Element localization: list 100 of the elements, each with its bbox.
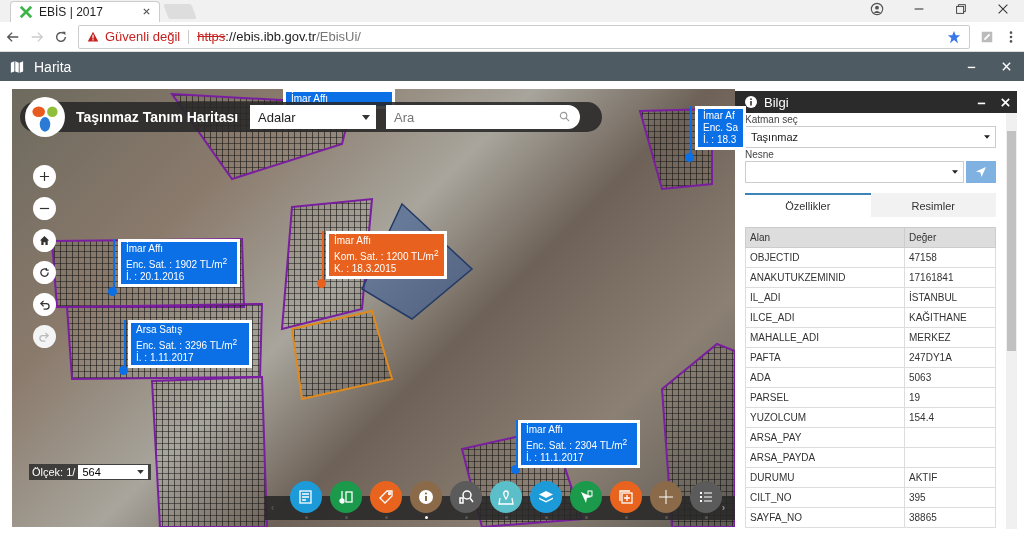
callout-text: İmar Affı bbox=[334, 235, 373, 247]
tool-button[interactable] bbox=[690, 481, 722, 513]
info-icon bbox=[745, 96, 757, 108]
callout-text: Enc. Sat. : 1902 TL/m$^{2}$ bbox=[126, 255, 229, 271]
refresh-icon bbox=[39, 267, 50, 278]
security-status: Güvenli değil bbox=[105, 29, 181, 45]
table-cell: SAYFA_NO bbox=[745, 507, 905, 528]
redo-icon bbox=[39, 331, 50, 342]
table-cell: 395 bbox=[904, 487, 996, 508]
table-cell: ARSA_PAY bbox=[745, 427, 905, 448]
district-select[interactable]: Adalar bbox=[250, 105, 377, 129]
scale-label: Ölçek: 1/ bbox=[32, 466, 76, 478]
table-cell: ARSA_PAYDA bbox=[745, 447, 905, 468]
pin-marker[interactable] bbox=[316, 279, 326, 288]
callout-text: Kom. Sat. : 1200 TL/m$^{2}$ bbox=[334, 247, 439, 264]
layer-select[interactable]: Taşınmaz bbox=[745, 126, 996, 148]
callout-text: Enc. Sat. : 3296 TL/m$^{2}$ bbox=[136, 336, 239, 352]
user-icon[interactable] bbox=[870, 1, 884, 16]
tag-icon bbox=[378, 489, 394, 505]
table-cell: AKTIF bbox=[904, 467, 996, 488]
navigation-arrow-icon bbox=[975, 166, 987, 178]
tool-button[interactable] bbox=[530, 481, 562, 513]
table-cell: ANAKUTUKZEMINID bbox=[745, 267, 905, 288]
column-header: Değer bbox=[904, 227, 996, 248]
table-cell: KAĞITHANE bbox=[904, 307, 996, 328]
table-cell: 154.4 bbox=[904, 407, 996, 428]
table-cell: 247DY1A bbox=[904, 347, 996, 368]
table-cell: ILCE_ADI bbox=[745, 307, 905, 328]
map-title: Taşınmaz Tanım Haritası bbox=[76, 109, 239, 125]
tool-button[interactable] bbox=[610, 481, 642, 513]
info-icon bbox=[418, 489, 434, 505]
field-label: Nesne bbox=[745, 149, 775, 161]
tool-button[interactable] bbox=[330, 481, 362, 513]
callout-text: İ. : 20.1.2016 bbox=[126, 271, 186, 284]
tool-button[interactable] bbox=[290, 481, 322, 513]
table-cell: YUZOLCUM bbox=[745, 407, 905, 428]
info-callout[interactable]: İmar Affı Enc. Sat. : 1902 TL/m$^{2}$ İ. : 20.1.2016 bbox=[118, 239, 240, 288]
table-cell: ADA bbox=[745, 367, 905, 388]
caret-icon bbox=[137, 470, 145, 474]
restore-icon[interactable] bbox=[954, 1, 968, 16]
table-cell: 5063 bbox=[904, 367, 996, 388]
callout-text: İmar Af bbox=[703, 110, 736, 122]
pin-line bbox=[690, 106, 692, 155]
tool-button[interactable] bbox=[450, 481, 482, 513]
pin-line bbox=[113, 239, 115, 289]
home-icon bbox=[39, 235, 50, 246]
table-cell: CILT_NO bbox=[745, 487, 905, 508]
column-header: Alan bbox=[745, 227, 905, 248]
reload-icon[interactable] bbox=[54, 29, 68, 44]
table-cell: DURUMU bbox=[745, 467, 905, 488]
thermo-icon bbox=[338, 489, 354, 505]
warning-icon bbox=[87, 30, 99, 43]
pin-marker[interactable] bbox=[118, 366, 128, 375]
tab-title: EBİS | 2017 bbox=[39, 4, 104, 19]
callout-text: İ. : 11.1.2017 bbox=[526, 452, 585, 465]
browser-tab[interactable]: EBİS | 2017 bbox=[10, 0, 160, 22]
scrollbar[interactable] bbox=[1006, 113, 1017, 529]
search-field[interactable]: Ara bbox=[386, 105, 581, 129]
tool-button[interactable] bbox=[570, 481, 602, 513]
pointer-icon bbox=[578, 489, 594, 505]
tool-button[interactable] bbox=[650, 481, 682, 513]
info-callout[interactable]: Arsa Satış Enc. Sat. : 3296 TL/m$^{2}$ İ. : 1.11.2017 bbox=[128, 320, 252, 369]
table-cell: MERKEZ bbox=[904, 327, 996, 348]
caret-icon bbox=[984, 135, 990, 139]
info-callout[interactable]: İmar Af Enc. Sa İ. : 18.3 bbox=[695, 106, 747, 150]
tool-button[interactable] bbox=[410, 481, 442, 513]
scale-select[interactable]: 564 bbox=[78, 465, 149, 479]
callout-text: İmar Affı bbox=[291, 93, 330, 105]
pin-marker[interactable] bbox=[510, 465, 520, 474]
callout-text: İmar Affı bbox=[126, 243, 165, 255]
table-cell: 47158 bbox=[904, 247, 996, 268]
back-arrow-icon[interactable] bbox=[6, 29, 20, 44]
table-cell: MAHALLE_ADI bbox=[745, 327, 905, 348]
pin-icon bbox=[498, 489, 514, 505]
close-icon[interactable] bbox=[1000, 96, 1011, 108]
table-cell: OBJECTID bbox=[745, 247, 905, 268]
pin-marker[interactable] bbox=[684, 153, 694, 162]
star-icon[interactable] bbox=[947, 29, 961, 44]
panel-tab[interactable]: Resimler bbox=[870, 193, 996, 217]
pin-marker[interactable] bbox=[107, 287, 117, 296]
table-cell: 38865 bbox=[904, 507, 996, 528]
pin-line bbox=[124, 320, 126, 368]
caret-icon bbox=[952, 170, 958, 174]
tool-button[interactable] bbox=[490, 481, 522, 513]
layers-icon bbox=[538, 489, 554, 505]
plus-icon bbox=[39, 171, 50, 182]
callout-text: İmar Affı bbox=[526, 424, 565, 436]
callout-text: K. : 18.3.2015 bbox=[334, 263, 398, 276]
address-bar[interactable]: Güvenli değil https://ebis.ibb.gov.tr/EbisUi/ bbox=[78, 24, 970, 49]
table-cell: IL_ADI bbox=[745, 287, 905, 308]
cross-icon bbox=[658, 489, 674, 505]
close-icon[interactable] bbox=[142, 7, 151, 17]
info-callout[interactable]: İmar Affı Enc. Sat. : 2304 TL/m$^{2}$ İ. : 11.1.2017 bbox=[518, 420, 640, 469]
callout-text: Enc. Sa bbox=[703, 122, 739, 133]
caret-icon bbox=[362, 114, 371, 120]
field-label: Katman seç bbox=[745, 114, 799, 126]
list-icon bbox=[298, 489, 314, 505]
search-icon bbox=[559, 111, 571, 122]
tool-button[interactable] bbox=[370, 481, 402, 513]
close-icon[interactable] bbox=[1001, 61, 1012, 73]
